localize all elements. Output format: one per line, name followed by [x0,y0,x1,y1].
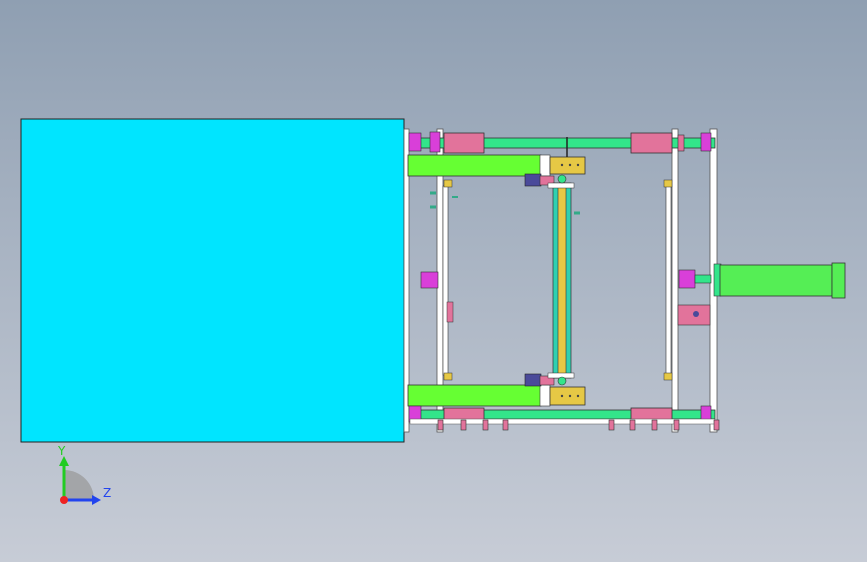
carriage-clip-bottom-left [443,372,453,381]
bracket-bolt [576,163,580,167]
actuator-mount-collar[interactable] [678,269,696,289]
upper-guide-bar-end[interactable] [539,154,551,177]
bracket-bolt [576,394,580,398]
clevis-pin [693,311,699,317]
center-rail-cap-top [547,182,575,189]
side-mount-left[interactable] [420,271,439,289]
orientation-triad: Y Z [57,444,111,505]
actuator-end-cap[interactable] [831,262,846,299]
bracket-bolt [568,394,572,398]
triad-quarter-disc [64,470,94,500]
top-rod-cap-right[interactable] [700,132,712,152]
bracket-bolt [560,163,564,167]
carriage-clip-top-right [663,179,673,188]
center-rail-pulley-top [557,174,567,184]
actuator-rod[interactable] [694,274,712,284]
carriage-side-pad [446,301,454,323]
triad-z-label: Z [103,486,111,500]
bracket-bolt [560,394,564,398]
carriage-rail-left[interactable] [442,185,449,376]
inner-frame-plate-right[interactable] [671,128,679,433]
lower-bracket[interactable] [549,386,586,406]
cad-viewport[interactable]: Y Z [0,0,867,562]
lower-guide-bar[interactable] [407,384,542,407]
triad-z-arrow [92,495,101,505]
bracket-bolt [568,163,572,167]
top-collar-left[interactable] [429,131,441,153]
top-rod-cap-left[interactable] [408,132,422,152]
center-rail-pulley-bottom [557,376,567,386]
top-collar-right[interactable] [677,134,685,152]
upper-motor-block[interactable] [524,173,542,187]
triad-origin [60,496,68,504]
lower-guide-bar-end[interactable] [539,384,551,407]
carriage-rail-right[interactable] [665,185,672,376]
top-cylinder-right[interactable] [630,132,673,154]
main-box-part[interactable] [20,118,405,443]
top-cylinder-left[interactable] [443,132,485,154]
carriage-clip-bottom-right [663,372,673,381]
carriage-clip-top-left [443,179,453,188]
upper-bracket[interactable] [549,156,586,175]
center-slide-rail-core[interactable] [557,184,567,377]
bottom-lower-bar [409,418,716,425]
lower-motor-block[interactable] [524,373,542,387]
upper-guide-bar[interactable] [407,154,542,177]
triad-y-label: Y [57,444,66,458]
actuator-cylinder-body[interactable] [719,264,833,297]
